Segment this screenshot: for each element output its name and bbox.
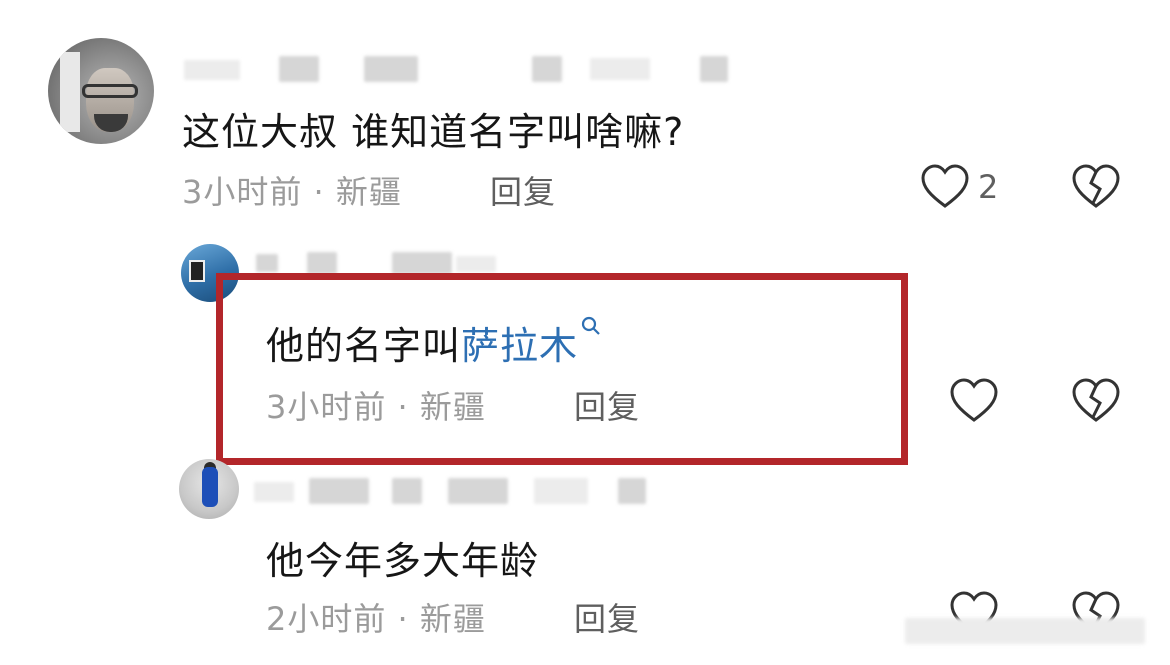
comment-text-prefix: 他的名字叫 (266, 324, 462, 368)
search-icon[interactable] (580, 315, 602, 339)
heart-outline-icon[interactable] (920, 163, 970, 211)
avatar-comment-1[interactable] (48, 38, 154, 144)
avatar-glasses (82, 84, 138, 98)
comment-time-location: 3小时前 · 新疆 (266, 388, 486, 426)
comment-text: 这位大叔 谁知道名字叫啥嘛? (182, 110, 685, 154)
avatar-figure (202, 467, 218, 507)
avatar-comment-3[interactable] (179, 459, 239, 519)
comment-text: 他今年多大年龄 (266, 539, 540, 583)
avatar-comment-2[interactable] (181, 244, 239, 302)
avatar-decoration (189, 260, 205, 282)
comment-time-location: 3小时前 · 新疆 (182, 173, 402, 211)
like-count: 2 (978, 168, 999, 206)
reply-button[interactable]: 回复 (490, 167, 556, 213)
comment-text: 他的名字叫萨拉木 (266, 315, 602, 370)
broken-heart-icon[interactable] (1071, 163, 1121, 211)
broken-heart-icon[interactable] (1071, 377, 1121, 425)
reply-button[interactable]: 回复 (574, 382, 640, 428)
name-search-link[interactable]: 萨拉木 (461, 324, 578, 368)
heart-outline-icon[interactable] (949, 377, 999, 425)
comment-time-location: 2小时前 · 新疆 (266, 600, 486, 638)
reply-button[interactable]: 回复 (574, 594, 640, 640)
avatar-decoration (60, 52, 80, 132)
